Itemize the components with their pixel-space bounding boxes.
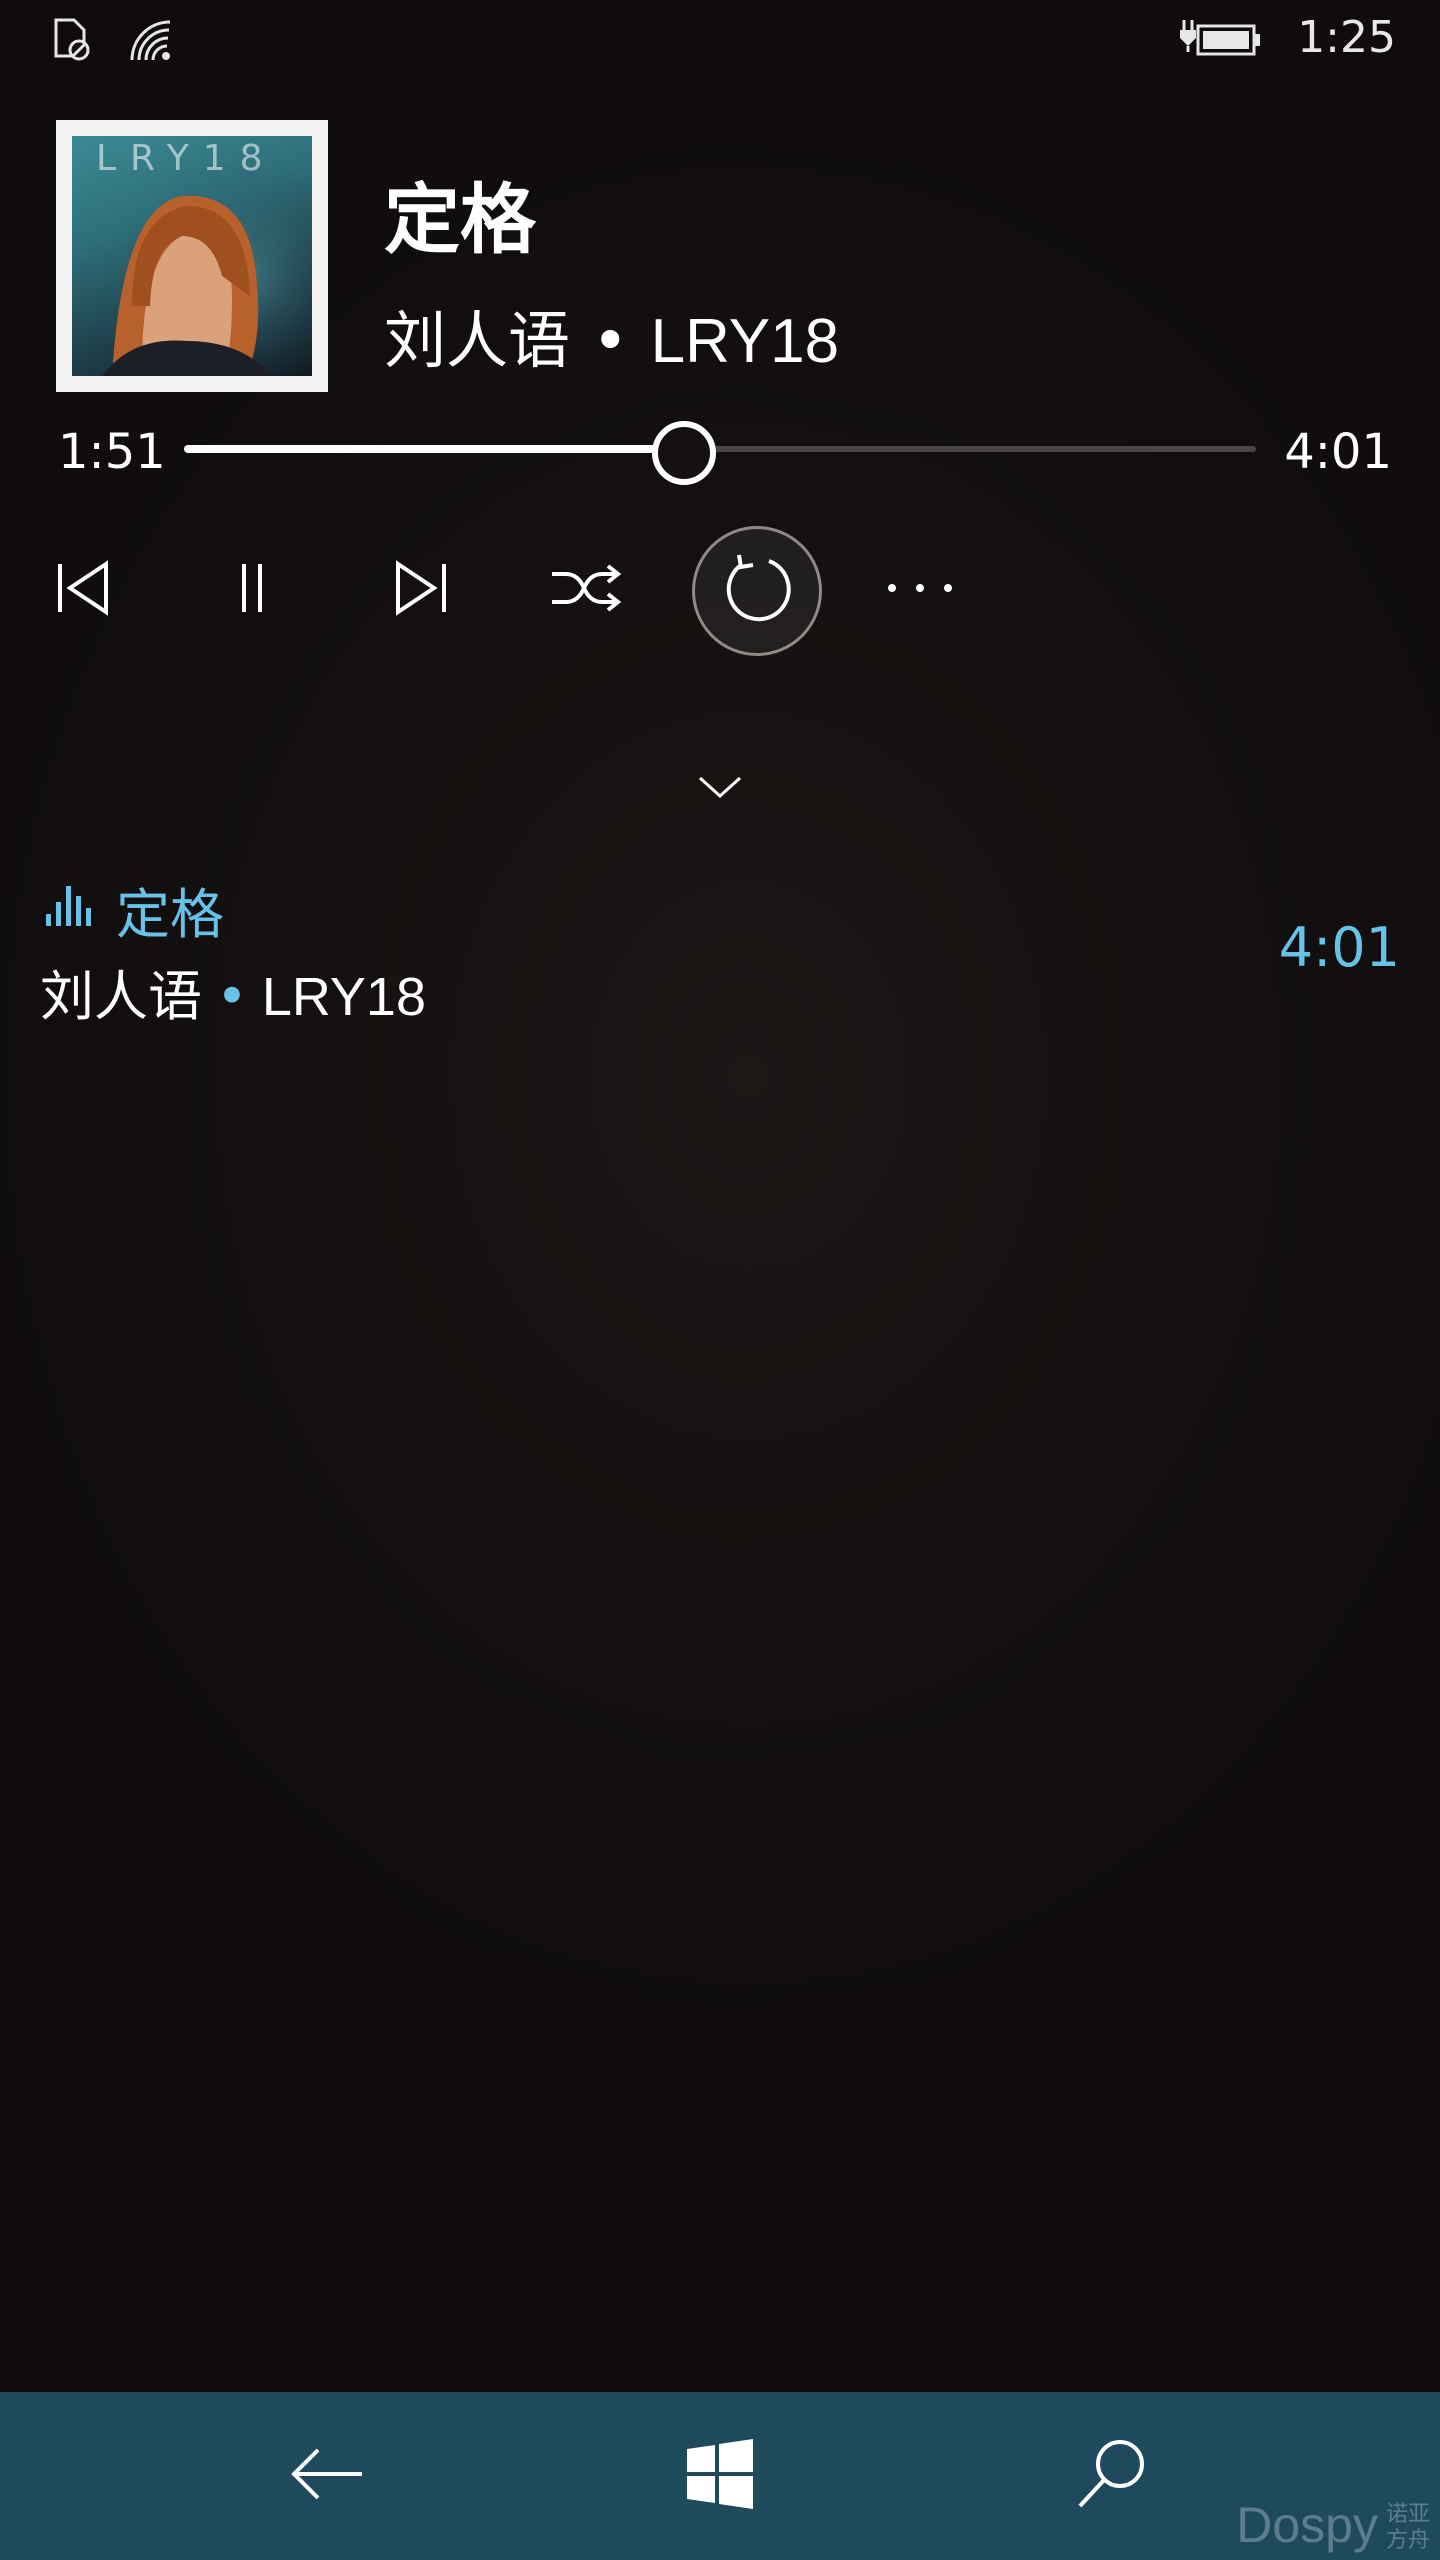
navigation-bar: [0, 2392, 1440, 2560]
watermark-text: Dospy: [1236, 2497, 1378, 2553]
pause-icon: [220, 556, 284, 624]
battery-charging-icon: [1178, 16, 1264, 68]
equalizer-icon: [44, 884, 96, 932]
next-icon: [388, 556, 452, 624]
elapsed-time: 1:51: [58, 424, 166, 480]
track-title: 定格: [384, 175, 536, 264]
previous-icon: [52, 556, 116, 624]
queue-item-album: LRY18: [261, 967, 426, 1027]
track-artist-album: 刘人语 • LRY18: [384, 290, 839, 380]
next-button[interactable]: [360, 530, 480, 650]
watermark-subtext: 诺亚 方舟: [1386, 2502, 1430, 2554]
track-artist: 刘人语: [384, 304, 571, 377]
queue-item-now-playing[interactable]: 定格 刘人语 • LRY18 4:01: [40, 870, 1400, 1030]
pause-button[interactable]: [192, 530, 312, 650]
status-bar: 1:25: [0, 0, 1440, 80]
start-button[interactable]: [672, 2428, 768, 2524]
previous-button[interactable]: [24, 530, 144, 650]
windows-icon: [685, 2439, 755, 2513]
search-button[interactable]: [1064, 2428, 1160, 2524]
queue-item-duration: 4:01: [1278, 916, 1400, 979]
queue-item-title: 定格: [116, 883, 224, 946]
no-sim-icon: [50, 16, 98, 68]
progress-thumb[interactable]: [652, 421, 717, 485]
back-button[interactable]: [280, 2428, 376, 2524]
repeat-button[interactable]: [692, 526, 822, 656]
back-icon: [288, 2444, 368, 2508]
more-button[interactable]: [860, 530, 980, 650]
repeat-icon: [719, 551, 795, 631]
queue-item-separator: •: [216, 965, 248, 1028]
album-art-text: LRY18: [96, 138, 277, 179]
search-icon: [1074, 2436, 1150, 2516]
album-art[interactable]: LRY18: [56, 120, 328, 392]
progress-fill: [184, 445, 683, 453]
shuffle-icon: [548, 556, 624, 624]
track-album: LRY18: [650, 307, 840, 376]
more-icon: [884, 578, 956, 602]
queue-item-artist: 刘人语: [40, 965, 202, 1028]
status-time: 1:25: [1297, 12, 1396, 63]
queue-item-subtitle: 刘人语 • LRY18: [40, 952, 426, 1031]
collapse-button[interactable]: [680, 760, 760, 820]
watermark-sub-line-2: 方舟: [1385, 2528, 1430, 2553]
separator-dot: •: [592, 304, 629, 377]
wifi-icon: [126, 16, 176, 68]
watermark-sub-line-1: 诺亚: [1385, 2502, 1430, 2527]
music-player-screen: 1:25 LRY18 定格 刘人语 • LRY18 1:51 4:01 定格 刘…: [0, 0, 1440, 2560]
chevron-down-icon: [696, 774, 744, 806]
watermark: Dospy 诺亚 方舟: [1236, 2496, 1430, 2554]
shuffle-button[interactable]: [526, 530, 646, 650]
total-time: 4:01: [1284, 424, 1392, 480]
